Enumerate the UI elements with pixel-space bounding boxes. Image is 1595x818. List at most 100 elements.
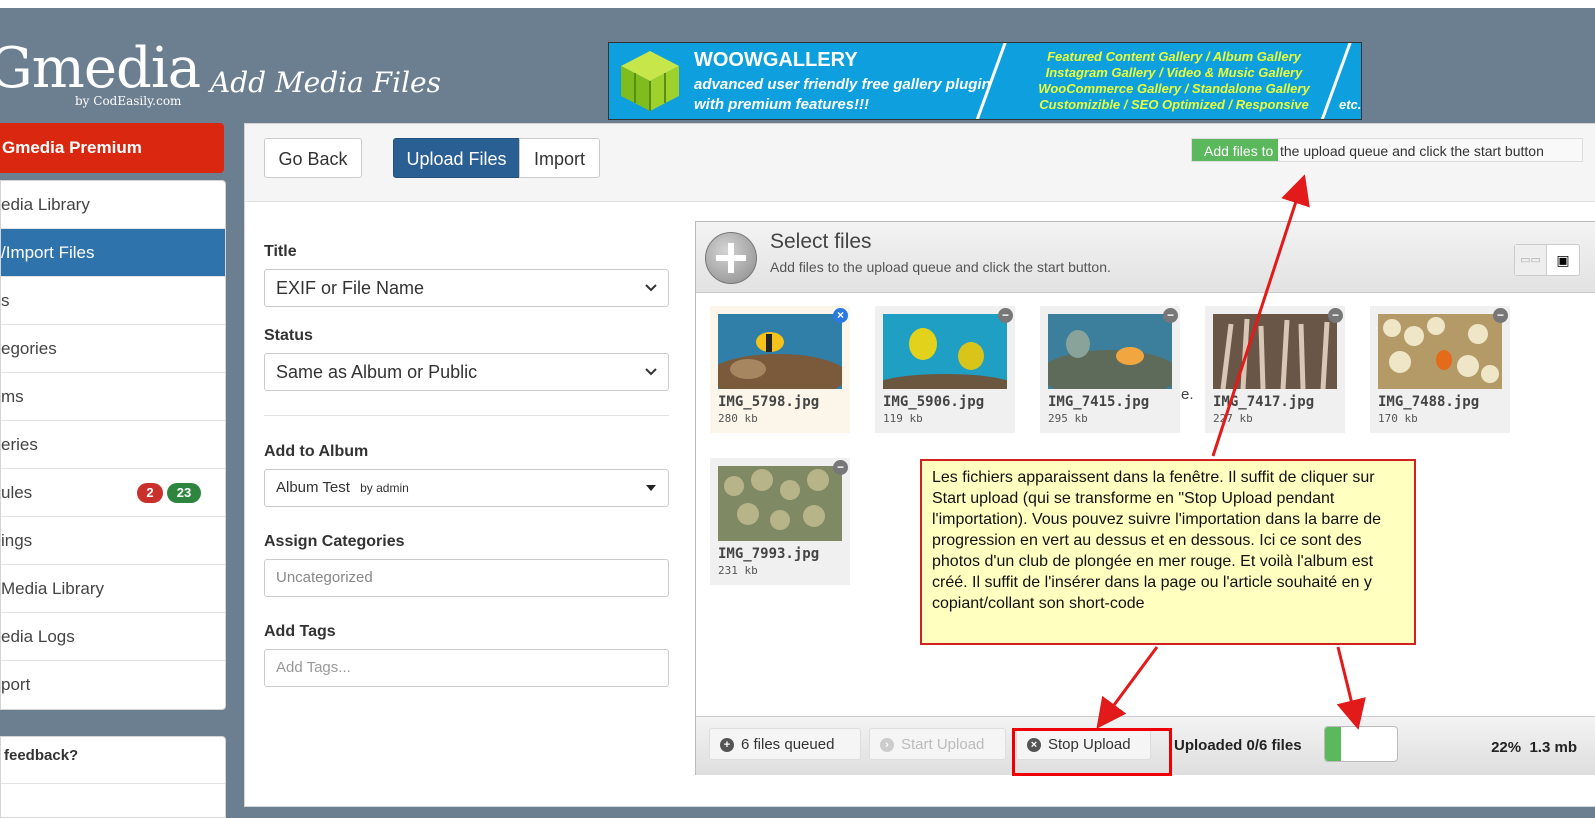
woowgallery-banner[interactable]: WOOWGALLERY advanced user friendly free … <box>608 42 1362 120</box>
top-strip <box>0 0 1595 8</box>
file-size: 170 kb <box>1378 412 1418 425</box>
file-thumbnail <box>1378 314 1502 389</box>
sidebar-item-label: ules <box>1 483 33 502</box>
file-item[interactable]: IMG_7993.jpg 231 kb − <box>710 458 850 585</box>
stray-text: e. <box>1181 386 1194 403</box>
file-size: 295 kb <box>1048 412 1088 425</box>
page-header: Gmedia by CodEasily.com Add Media Files … <box>0 8 1595 123</box>
status-select[interactable]: Same as Album or Public <box>264 353 669 391</box>
sidebar-item-import-files[interactable]: /Import Files <box>1 229 225 277</box>
logo-byline: by CodEasily.com <box>75 94 182 108</box>
uploader-header: Select files Add files to the upload que… <box>696 222 1595 293</box>
file-size: 227 kb <box>1213 412 1253 425</box>
title-select[interactable]: EXIF or File Name <box>264 269 669 307</box>
uploaded-status: Uploaded 0/6 files <box>1174 737 1302 754</box>
modules-red-badge: 2 <box>137 483 163 503</box>
gmedia-premium-button[interactable]: Gmedia Premium <box>0 123 224 173</box>
upload-percent-value: 22% <box>1491 739 1522 756</box>
file-item[interactable]: IMG_7488.jpg 170 kb − <box>1370 306 1510 433</box>
remove-file-icon[interactable]: − <box>833 460 848 475</box>
title-label: Title <box>264 243 297 260</box>
banner-feature-line: Featured Content Gallery / Album Gallery <box>1047 49 1301 64</box>
sidebar-menu: edia Library /Import Files s egories ms … <box>0 180 226 710</box>
upload-progress-fill <box>1325 727 1341 761</box>
file-size: 231 kb <box>718 564 758 577</box>
tags-label: Add Tags <box>264 623 336 640</box>
sidebar-item-support[interactable]: port <box>1 661 225 709</box>
file-name: IMG_7415.jpg <box>1048 394 1150 410</box>
sidebar-item-media-logs[interactable]: edia Logs <box>1 613 225 661</box>
chevron-down-icon <box>645 368 657 376</box>
banner-feature-line: Customizible / SEO Optimized / Responsiv… <box>1039 97 1309 112</box>
tab-upload-files[interactable]: Upload Files <box>393 138 520 178</box>
remove-file-icon[interactable]: × <box>833 308 848 323</box>
categories-input[interactable]: Uncategorized <box>264 559 669 597</box>
form-divider <box>264 415 669 416</box>
status-label: Status <box>264 327 313 344</box>
file-size: 280 kb <box>718 412 758 425</box>
gmedia-logo[interactable]: Gmedia <box>0 36 201 101</box>
file-item[interactable]: IMG_7417.jpg 227 kb − <box>1205 306 1345 433</box>
tags-input[interactable]: Add Tags... <box>264 649 669 687</box>
feedback-title: feedback? <box>4 747 79 764</box>
progress-hint-text: Add files to <box>1204 143 1274 159</box>
file-name: IMG_7993.jpg <box>718 546 820 562</box>
sidebar-item-categories[interactable]: egories <box>1 325 225 373</box>
files-queued-label: 6 files queued <box>741 736 835 753</box>
file-name: IMG_7417.jpg <box>1213 394 1315 410</box>
remove-file-icon[interactable]: − <box>998 308 1013 323</box>
remove-file-icon[interactable]: − <box>1493 308 1508 323</box>
album-label: Add to Album <box>264 443 369 460</box>
tab-import[interactable]: Import <box>519 138 600 178</box>
file-thumbnail <box>718 466 842 541</box>
banner-features: Featured Content Gallery / Album Gallery… <box>989 49 1359 113</box>
sidebar-item-library[interactable]: edia Library <box>1 181 225 229</box>
file-item[interactable]: IMG_5906.jpg 119 kb − <box>875 306 1015 433</box>
file-thumbnail <box>1213 314 1337 389</box>
files-queued-button[interactable]: + 6 files queued <box>709 728 861 760</box>
album-select[interactable]: Album Test by admin <box>264 469 669 507</box>
thumbnail-view-icon[interactable]: ▣ <box>1547 245 1579 275</box>
view-toggle: ▭▭ ▣ <box>1514 244 1580 276</box>
file-thumbnail <box>718 314 842 389</box>
start-upload-label: Start Upload <box>901 736 985 753</box>
cube-logo-icon <box>621 51 679 111</box>
sidebar-item-galleries[interactable]: eries <box>1 421 225 469</box>
chevron-down-icon <box>645 284 657 292</box>
go-back-button[interactable]: Go Back <box>264 138 362 178</box>
page-title: Add Media Files <box>210 66 441 99</box>
banner-title: WOOWGALLERY <box>694 49 858 71</box>
status-select-value: Same as Album or Public <box>276 362 478 382</box>
remove-file-icon[interactable]: − <box>1163 308 1178 323</box>
caret-down-icon <box>646 485 656 491</box>
sidebar-item-wp-media-library[interactable]: Media Library <box>1 565 225 613</box>
file-thumbnail <box>1048 314 1172 389</box>
banner-etc: etc. <box>1339 97 1362 112</box>
feedback-box: feedback? <box>0 736 226 818</box>
file-name: IMG_5906.jpg <box>883 394 985 410</box>
plus-icon: + <box>720 738 734 752</box>
feedback-divider <box>1 783 225 784</box>
banner-feature-line: Instagram Gallery / Video & Music Galler… <box>1045 65 1303 80</box>
album-owner: by admin <box>360 481 409 495</box>
sidebar-item-modules[interactable]: ules 2 23 <box>1 469 225 517</box>
banner-subtitle: advanced user friendly free gallery plug… <box>694 76 991 113</box>
remove-file-icon[interactable]: − <box>1328 308 1343 323</box>
title-select-value: EXIF or File Name <box>276 278 425 298</box>
file-name: IMG_7488.jpg <box>1378 394 1480 410</box>
file-item[interactable]: IMG_5798.jpg 280 kb × <box>710 306 850 433</box>
sidebar-item-settings[interactable]: ings <box>1 517 225 565</box>
progress-hint-text-rest: the upload queue and click the start but… <box>1280 143 1544 159</box>
upload-progress-bar <box>1324 726 1398 762</box>
toolbar: Go Back Upload Files Import Add files to… <box>245 124 1595 202</box>
uploader-title: Select files <box>770 230 872 253</box>
start-upload-button[interactable]: › Start Upload <box>869 728 1006 760</box>
sidebar-item-tags[interactable]: s <box>1 277 225 325</box>
sidebar-item-albums[interactable]: ms <box>1 373 225 421</box>
add-files-icon[interactable] <box>705 232 757 284</box>
file-name: IMG_5798.jpg <box>718 394 820 410</box>
upload-total-size: 1.3 mb <box>1529 739 1577 756</box>
file-item[interactable]: IMG_7415.jpg 295 kb − <box>1040 306 1180 433</box>
categories-label: Assign Categories <box>264 533 405 550</box>
list-view-icon[interactable]: ▭▭ <box>1515 245 1547 275</box>
